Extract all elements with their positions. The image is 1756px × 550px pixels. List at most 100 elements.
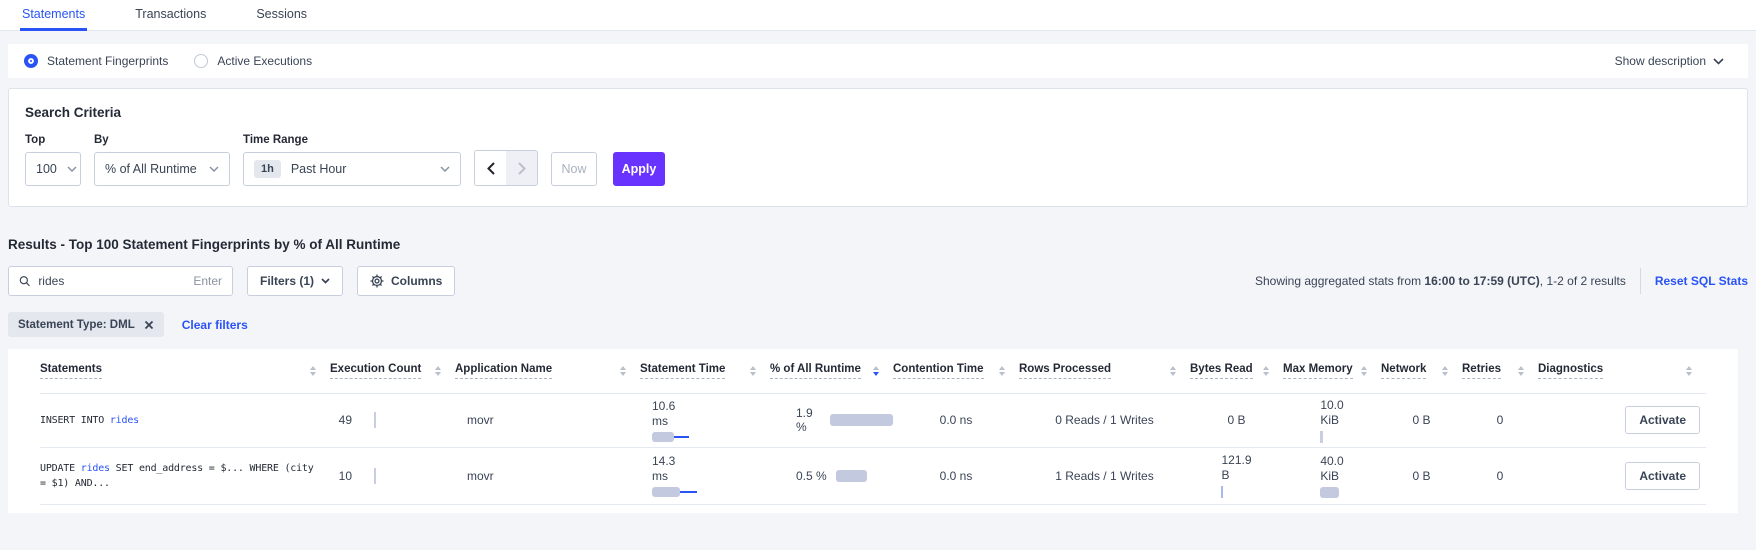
columns-button-label: Columns bbox=[391, 274, 442, 288]
reset-sql-stats-link[interactable]: Reset SQL Stats bbox=[1655, 274, 1748, 288]
sort-icon[interactable] bbox=[310, 366, 316, 377]
tab-sessions[interactable]: Sessions bbox=[254, 0, 309, 30]
radio-statement-fingerprints-label: Statement Fingerprints bbox=[47, 54, 168, 68]
diagnostics-cell: Activate bbox=[1538, 447, 1706, 504]
rows-processed-cell: 1 Reads / 1 Writes bbox=[1019, 447, 1190, 504]
radio-statement-fingerprints[interactable]: Statement Fingerprints bbox=[24, 54, 168, 68]
search-enter-hint: Enter bbox=[193, 274, 222, 288]
statements-table-card: Statements Execution Count Application N… bbox=[8, 349, 1738, 513]
statement-cell[interactable]: INSERT INTO rides bbox=[40, 393, 330, 447]
gear-icon bbox=[370, 274, 384, 288]
execution-count-bar bbox=[374, 412, 376, 428]
time-range-label: Time Range bbox=[243, 134, 461, 146]
aggregated-stats-text: Showing aggregated stats from 16:00 to 1… bbox=[1255, 274, 1626, 288]
time-pagination-group bbox=[474, 150, 538, 186]
tab-transactions[interactable]: Transactions bbox=[133, 0, 208, 30]
show-description-toggle[interactable]: Show description bbox=[1615, 54, 1724, 68]
bytes-read-cell: 121.9 B bbox=[1190, 447, 1283, 504]
close-icon[interactable] bbox=[144, 320, 154, 330]
max-memory-cell: 40.0 KiB bbox=[1283, 447, 1381, 504]
statement-search-box[interactable]: Enter bbox=[8, 266, 233, 296]
chevron-down-icon bbox=[209, 166, 219, 172]
col-header-statements[interactable]: Statements bbox=[40, 349, 330, 393]
runtime-pct-bar bbox=[836, 470, 867, 482]
sort-icon[interactable] bbox=[435, 366, 441, 377]
execution-count-cell: 10 bbox=[330, 447, 455, 504]
activate-diagnostics-button[interactable]: Activate bbox=[1625, 462, 1700, 490]
now-button-label: Now bbox=[561, 162, 586, 176]
filter-chip-row: Statement Type: DML Clear filters bbox=[8, 312, 1748, 337]
application-name-cell: movr bbox=[455, 447, 640, 504]
sort-icon[interactable] bbox=[1686, 366, 1692, 377]
sort-icon[interactable] bbox=[620, 366, 626, 377]
sort-icon[interactable] bbox=[1442, 366, 1448, 377]
sort-icon[interactable] bbox=[1361, 366, 1367, 377]
radio-active-executions-label: Active Executions bbox=[217, 54, 312, 68]
statement-link[interactable]: rides bbox=[110, 415, 139, 426]
sort-icon[interactable] bbox=[999, 366, 1005, 377]
time-shortcut-badge: 1h bbox=[254, 160, 281, 178]
contention-time-cell: 0.0 ns bbox=[893, 393, 1019, 447]
statements-table: Statements Execution Count Application N… bbox=[40, 349, 1706, 505]
col-header-network[interactable]: Network bbox=[1381, 349, 1462, 393]
table-header-row: Statements Execution Count Application N… bbox=[40, 349, 1706, 393]
bytes-read-bar bbox=[1221, 486, 1223, 498]
col-header-bytes-read[interactable]: Bytes Read bbox=[1190, 349, 1283, 393]
activate-diagnostics-button[interactable]: Activate bbox=[1625, 406, 1700, 434]
max-memory-bar bbox=[1320, 431, 1323, 443]
search-input[interactable] bbox=[38, 274, 193, 288]
chevron-down-icon bbox=[321, 278, 330, 284]
stats-time-range: 16:00 to 17:59 (UTC) bbox=[1424, 274, 1539, 288]
by-select-value: % of All Runtime bbox=[105, 162, 197, 176]
statement-time-bar bbox=[652, 487, 697, 497]
col-header-rows-processed[interactable]: Rows Processed bbox=[1019, 349, 1190, 393]
retries-cell: 0 bbox=[1462, 447, 1538, 504]
max-memory-bar bbox=[1320, 487, 1339, 498]
columns-button[interactable]: Columns bbox=[357, 266, 455, 296]
apply-button-label: Apply bbox=[622, 162, 657, 176]
col-header-application-name[interactable]: Application Name bbox=[455, 349, 640, 393]
radio-selected-icon bbox=[24, 54, 38, 68]
previous-time-button[interactable] bbox=[475, 151, 506, 185]
sort-icon[interactable] bbox=[1263, 366, 1269, 377]
statement-link[interactable]: rides bbox=[81, 463, 110, 474]
view-toggle-row: Statement Fingerprints Active Executions… bbox=[8, 44, 1748, 78]
statement-time-cell: 10.6 ms bbox=[640, 393, 770, 447]
sql-activity-tabbar: Statements Transactions Sessions bbox=[0, 0, 1756, 31]
col-header-max-memory[interactable]: Max Memory bbox=[1283, 349, 1381, 393]
clear-filters-link[interactable]: Clear filters bbox=[182, 318, 248, 332]
application-name-cell: movr bbox=[455, 393, 640, 447]
time-range-select[interactable]: 1h Past Hour bbox=[243, 152, 461, 186]
sort-icon[interactable] bbox=[750, 366, 756, 377]
chevron-right-icon bbox=[518, 162, 526, 175]
col-header-runtime-pct[interactable]: % of All Runtime bbox=[770, 349, 893, 393]
tab-statements[interactable]: Statements bbox=[20, 0, 87, 30]
col-header-retries[interactable]: Retries bbox=[1462, 349, 1538, 393]
sort-desc-icon[interactable] bbox=[873, 366, 879, 377]
col-header-contention-time[interactable]: Contention Time bbox=[893, 349, 1019, 393]
radio-active-executions[interactable]: Active Executions bbox=[194, 54, 312, 68]
filters-button[interactable]: Filters (1) bbox=[247, 266, 343, 296]
search-criteria-card: Search Criteria Top 100 By % of All Runt… bbox=[8, 88, 1748, 207]
results-heading: Results - Top 100 Statement Fingerprints… bbox=[8, 237, 1748, 252]
now-button[interactable]: Now bbox=[551, 152, 597, 186]
runtime-pct-cell: 0.5 % bbox=[770, 447, 893, 504]
bytes-read-cell: 0 B bbox=[1190, 393, 1283, 447]
col-header-diagnostics[interactable]: Diagnostics bbox=[1538, 349, 1706, 393]
table-row: INSERT INTO rides 49 movr 10.6 ms bbox=[40, 393, 1706, 447]
chevron-down-icon bbox=[67, 166, 77, 172]
top-group: Top 100 bbox=[25, 134, 81, 186]
col-header-execution-count[interactable]: Execution Count bbox=[330, 349, 455, 393]
col-header-statement-time[interactable]: Statement Time bbox=[640, 349, 770, 393]
apply-button[interactable]: Apply bbox=[613, 152, 665, 186]
statement-time-bar bbox=[652, 432, 689, 442]
top-select[interactable]: 100 bbox=[25, 152, 81, 186]
next-time-button[interactable] bbox=[506, 151, 537, 185]
by-select[interactable]: % of All Runtime bbox=[94, 152, 230, 186]
sort-icon[interactable] bbox=[1170, 366, 1176, 377]
sort-icon[interactable] bbox=[1518, 366, 1524, 377]
statement-cell[interactable]: UPDATE rides SET end_address = $... WHER… bbox=[40, 447, 330, 504]
results-toolbar: Enter Filters (1) Columns Showing aggreg… bbox=[8, 266, 1748, 296]
execution-count-bar bbox=[374, 468, 376, 484]
statement-type-filter-chip[interactable]: Statement Type: DML bbox=[8, 312, 164, 337]
